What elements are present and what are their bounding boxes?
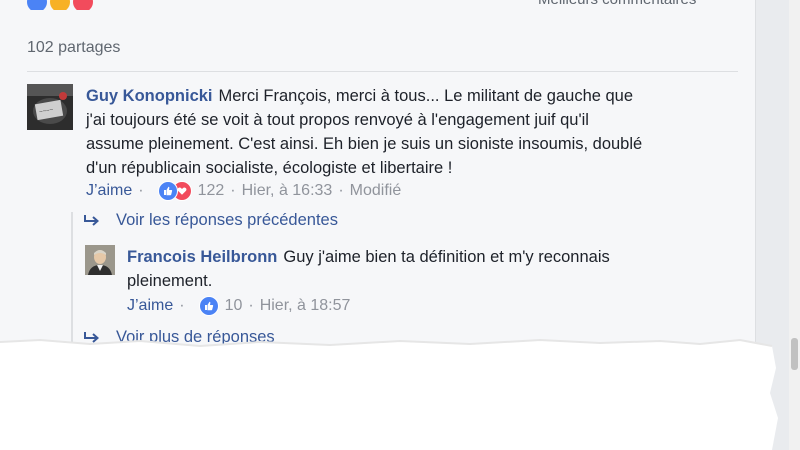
view-previous-replies-link[interactable]: Voir les réponses précédentes bbox=[83, 211, 338, 230]
reply-body: Francois Heilbronn Guy j'aime bien ta déf… bbox=[127, 245, 647, 293]
reaction-count[interactable]: 10 bbox=[225, 297, 243, 315]
like-button[interactable]: J’aime bbox=[86, 182, 132, 200]
love-icon bbox=[73, 0, 93, 10]
separator: · bbox=[138, 182, 144, 199]
torn-paper-overlay bbox=[0, 338, 778, 450]
comment-sort-dropdown[interactable]: Meilleurs commentaires bbox=[538, 0, 696, 8]
separator: · bbox=[230, 182, 236, 199]
comment-body: Guy Konopnicki Merci François, merci à to… bbox=[86, 84, 646, 180]
separator: · bbox=[179, 297, 185, 314]
like-icon bbox=[27, 0, 47, 10]
reply-arrow-icon bbox=[84, 214, 100, 226]
reply-author-link[interactable]: Francois Heilbronn bbox=[127, 248, 277, 266]
like-icon bbox=[198, 296, 219, 316]
reply-timestamp[interactable]: Hier, à 18:57 bbox=[260, 297, 351, 315]
haha-icon bbox=[50, 0, 70, 10]
comment-timestamp[interactable]: Hier, à 16:33 bbox=[242, 182, 333, 200]
reactions-summary-cut: Meilleurs commentaires bbox=[0, 0, 755, 10]
scrollbar-track[interactable] bbox=[789, 0, 800, 450]
view-previous-replies-label: Voir les réponses précédentes bbox=[116, 211, 338, 229]
shares-count[interactable]: 102 partages bbox=[27, 39, 120, 57]
reactions-summary[interactable] bbox=[157, 181, 192, 201]
reactions-summary[interactable] bbox=[198, 296, 219, 316]
avatar[interactable]: ~~~~ bbox=[27, 84, 73, 130]
reaction-count[interactable]: 122 bbox=[198, 182, 225, 200]
divider bbox=[27, 71, 738, 72]
scrollbar-thumb[interactable] bbox=[791, 338, 798, 370]
separator: · bbox=[338, 182, 344, 199]
like-icon bbox=[157, 181, 178, 201]
avatar[interactable] bbox=[85, 245, 115, 275]
like-button[interactable]: J’aime bbox=[127, 297, 173, 315]
comment-actions: J’aime · 122 · Hier, à 16:33 · Modifié bbox=[86, 181, 401, 201]
reply-actions: J’aime · 10 · Hier, à 18:57 bbox=[127, 296, 350, 316]
separator: · bbox=[248, 297, 254, 314]
edited-label[interactable]: Modifié bbox=[350, 182, 402, 200]
comment-author-link[interactable]: Guy Konopnicki bbox=[86, 87, 213, 105]
